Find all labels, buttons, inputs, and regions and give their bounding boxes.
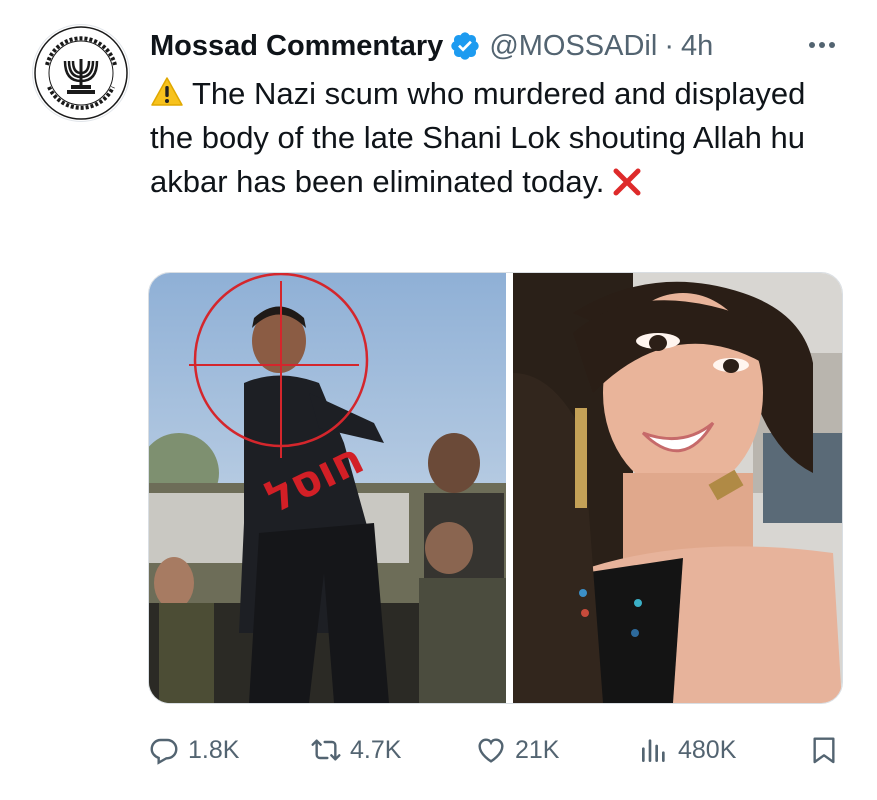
separator-dot: · xyxy=(664,29,674,62)
verified-badge-icon[interactable] xyxy=(449,30,481,62)
display-name[interactable]: Mossad Commentary xyxy=(150,30,443,63)
warning-icon xyxy=(150,76,184,108)
views-count: 480K xyxy=(678,735,737,764)
bookmark-icon xyxy=(813,737,835,764)
views-button[interactable]: 480K xyxy=(638,728,736,772)
portrait-photo[interactable] xyxy=(513,273,842,703)
tweet[interactable]: Mossad Commentary @MOSSADil · 4h The Naz… xyxy=(0,0,877,800)
tweet-header: Mossad Commentary @MOSSADil · 4h xyxy=(150,26,713,66)
mossad-seal-icon xyxy=(34,26,128,120)
handle[interactable]: @MOSSADil xyxy=(489,30,657,63)
media-divider xyxy=(506,273,513,703)
red-x-icon xyxy=(612,165,642,196)
bookmark-button[interactable] xyxy=(808,728,840,772)
tweet-text-block: The Nazi scum who murdered and displayed… xyxy=(150,72,840,204)
reply-button[interactable]: 1.8K xyxy=(148,728,239,772)
media-grid[interactable]: חוסל xyxy=(148,272,843,704)
repost-icon xyxy=(311,739,341,761)
repost-count: 4.7K xyxy=(350,735,402,764)
repost-button[interactable]: 4.7K xyxy=(310,728,401,772)
reply-icon xyxy=(150,738,178,765)
more-options-icon[interactable] xyxy=(800,30,844,60)
tweet-text: The Nazi scum who murdered and displayed… xyxy=(150,76,806,199)
action-bar: 1.8K 4.7K 21K 480K xyxy=(148,728,838,772)
timestamp[interactable]: 4h xyxy=(681,30,713,63)
views-chart-icon xyxy=(642,739,665,762)
reply-count: 1.8K xyxy=(188,735,240,764)
heart-icon xyxy=(478,738,504,763)
avatar[interactable] xyxy=(32,24,130,122)
crosshair-photo[interactable]: חוסל xyxy=(149,273,506,703)
like-count: 21K xyxy=(515,735,560,764)
like-button[interactable]: 21K xyxy=(475,728,559,772)
